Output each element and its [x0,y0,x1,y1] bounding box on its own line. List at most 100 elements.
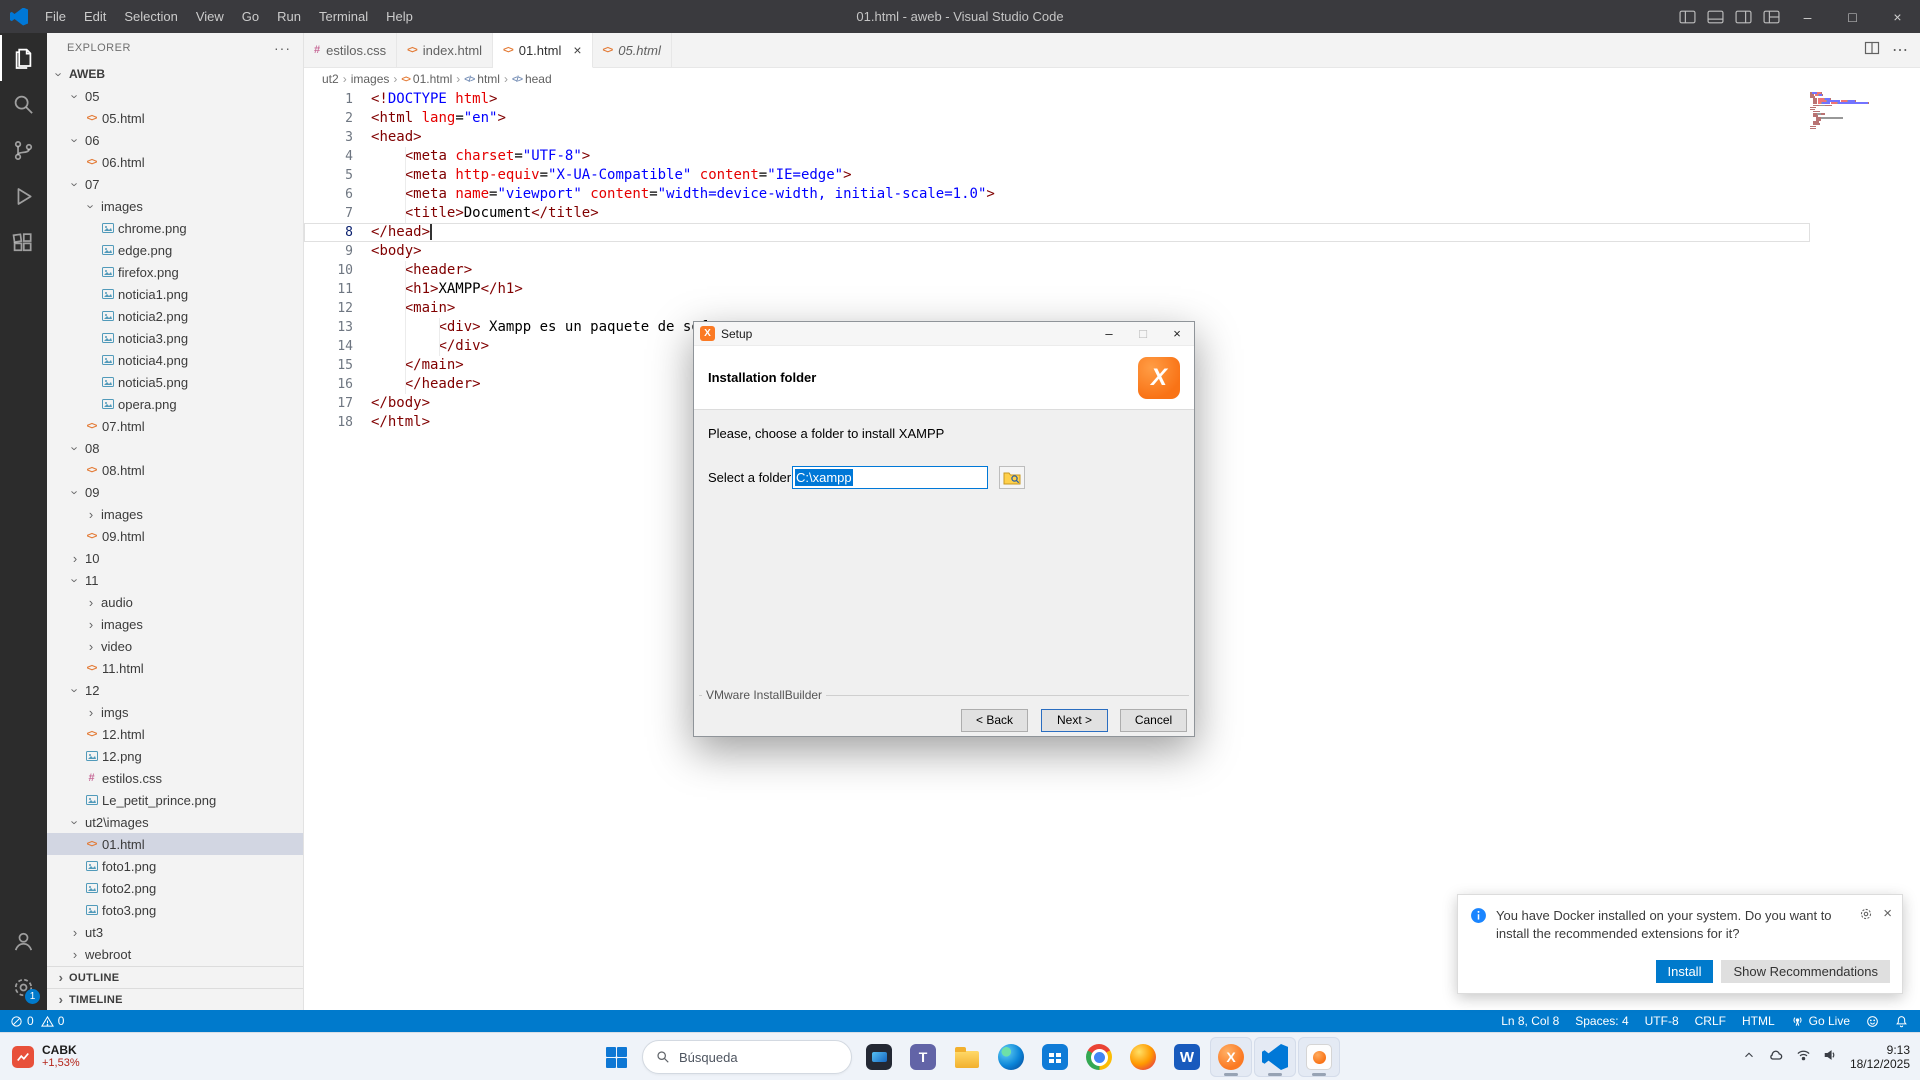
tree-folder-ut3[interactable]: ›ut3 [47,921,303,943]
tree-folder-11[interactable]: ›11 [47,569,303,591]
tab-05.html[interactable]: <>05.html [593,33,672,67]
tree-folder-ut2\images[interactable]: ›ut2\images [47,811,303,833]
go-live-button[interactable]: Go Live [1791,1014,1850,1028]
next-button[interactable]: Next > [1041,709,1108,732]
customize-layout-icon[interactable] [1757,0,1785,33]
tree-file-foto1.png[interactable]: foto1.png [47,855,303,877]
dialog-close-button[interactable]: × [1160,322,1194,345]
network-icon[interactable] [1796,1048,1811,1067]
tree-file-09.html[interactable]: <>09.html [47,525,303,547]
code-line-7[interactable]: 7 <title>Document</title> [304,204,1810,223]
menu-selection[interactable]: Selection [115,0,186,33]
tree-folder-images[interactable]: ›images [47,195,303,217]
tree-file-05.html[interactable]: <>05.html [47,107,303,129]
tree-file-06.html[interactable]: <>06.html [47,151,303,173]
tree-file-12.png[interactable]: 12.png [47,745,303,767]
code-line-12[interactable]: 12 <main> [304,299,1810,318]
tree-file-11.html[interactable]: <>11.html [47,657,303,679]
taskbar-app-chrome[interactable] [1078,1037,1120,1077]
code-line-11[interactable]: 11 <h1>XAMPP</h1> [304,280,1810,299]
cloud-icon[interactable] [1768,1048,1784,1067]
menu-run[interactable]: Run [268,0,310,33]
code-line-8[interactable]: 8</head> [304,223,1810,242]
volume-icon[interactable] [1823,1048,1838,1067]
code-line-3[interactable]: 3<head> [304,128,1810,147]
split-editor-icon[interactable] [1864,40,1880,61]
dialog-maximize-button[interactable]: □ [1126,322,1160,345]
dialog-minimize-button[interactable]: – [1092,322,1126,345]
tree-folder-video[interactable]: ›video [47,635,303,657]
tree-file-noticia2.png[interactable]: noticia2.png [47,305,303,327]
run-debug-icon[interactable] [0,173,47,219]
hidden-icons-chevron[interactable] [1742,1048,1756,1067]
tree-file-opera.png[interactable]: opera.png [47,393,303,415]
code-line-1[interactable]: 1<!DOCTYPE html> [304,90,1810,109]
minimap[interactable] [1810,92,1904,130]
install-button[interactable]: Install [1656,960,1714,983]
taskbar-app-word[interactable]: W [1166,1037,1208,1077]
tree-folder-webroot[interactable]: ›webroot [47,943,303,965]
tree-file-foto2.png[interactable]: foto2.png [47,877,303,899]
tree-folder-aweb[interactable]: ›AWEB [47,63,303,85]
code-line-4[interactable]: 4 <meta charset="UTF-8"> [304,147,1810,166]
extensions-icon[interactable] [0,219,47,265]
section-outline[interactable]: ›OUTLINE [47,966,303,988]
widgets-button[interactable]: CABK +1,53% [12,1033,80,1080]
code-line-9[interactable]: 9<body> [304,242,1810,261]
tree-file-08.html[interactable]: <>08.html [47,459,303,481]
explorer-icon[interactable] [0,35,47,81]
tree-folder-06[interactable]: ›06 [47,129,303,151]
tab-index.html[interactable]: <>index.html [397,33,493,67]
search-icon[interactable] [0,81,47,127]
tree-file-firefox.png[interactable]: firefox.png [47,261,303,283]
tree-file-12.html[interactable]: <>12.html [47,723,303,745]
code-line-10[interactable]: 10 <header> [304,261,1810,280]
minimize-button[interactable]: – [1785,0,1830,33]
toggle-sidebar-icon[interactable] [1673,0,1701,33]
taskbar-app-firefox[interactable] [1122,1037,1164,1077]
close-tab-icon[interactable]: × [573,43,581,57]
taskbar-app-xampp[interactable]: X [1210,1037,1252,1077]
taskbar-app-setup[interactable] [1298,1037,1340,1077]
code-line-5[interactable]: 5 <meta http-equiv="X-UA-Compatible" con… [304,166,1810,185]
tree-file-edge.png[interactable]: edge.png [47,239,303,261]
taskbar-clock[interactable]: 9:13 18/12/2025 [1850,1043,1910,1071]
eol-sequence[interactable]: CRLF [1695,1014,1726,1028]
account-icon[interactable] [0,918,47,964]
browse-folder-button[interactable] [999,466,1025,489]
tree-folder-09[interactable]: ›09 [47,481,303,503]
more-actions-icon[interactable]: ⋯ [1892,40,1908,60]
menu-view[interactable]: View [187,0,233,33]
indentation[interactable]: Spaces: 4 [1575,1014,1628,1028]
breadcrumb-ut2[interactable]: ut2 [320,72,341,86]
tree-folder-audio[interactable]: ›audio [47,591,303,613]
taskbar-app-teams[interactable]: T [902,1037,944,1077]
tree-file-07.html[interactable]: <>07.html [47,415,303,437]
menu-help[interactable]: Help [377,0,422,33]
cursor-position[interactable]: Ln 8, Col 8 [1501,1014,1559,1028]
show-recommendations-button[interactable]: Show Recommendations [1721,960,1890,983]
feedback-icon[interactable] [1866,1015,1879,1028]
code-line-6[interactable]: 6 <meta name="viewport" content="width=d… [304,185,1810,204]
folder-path-input[interactable]: C:\xampp [792,466,988,489]
menu-terminal[interactable]: Terminal [310,0,377,33]
back-button[interactable]: < Back [961,709,1028,732]
breadcrumb-head[interactable]: </>head [510,72,554,86]
notification-settings-gear-icon[interactable] [1859,907,1873,924]
tree-file-noticia4.png[interactable]: noticia4.png [47,349,303,371]
tree-folder-07[interactable]: ›07 [47,173,303,195]
toggle-panel-icon[interactable] [1701,0,1729,33]
taskbar-search[interactable]: Búsqueda [642,1040,852,1074]
close-button[interactable]: × [1875,0,1920,33]
tree-file-noticia1.png[interactable]: noticia1.png [47,283,303,305]
breadcrumb-images[interactable]: images [349,72,392,86]
section-timeline[interactable]: ›TIMELINE [47,988,303,1010]
menu-file[interactable]: File [36,0,75,33]
tree-file-le_petit_prince.png[interactable]: Le_petit_prince.png [47,789,303,811]
tree-folder-images[interactable]: ›images [47,613,303,635]
dialog-titlebar[interactable]: X Setup – □ × [694,322,1194,346]
menu-edit[interactable]: Edit [75,0,115,33]
notification-close-icon[interactable]: × [1883,907,1892,921]
cancel-button[interactable]: Cancel [1120,709,1187,732]
menu-go[interactable]: Go [233,0,268,33]
